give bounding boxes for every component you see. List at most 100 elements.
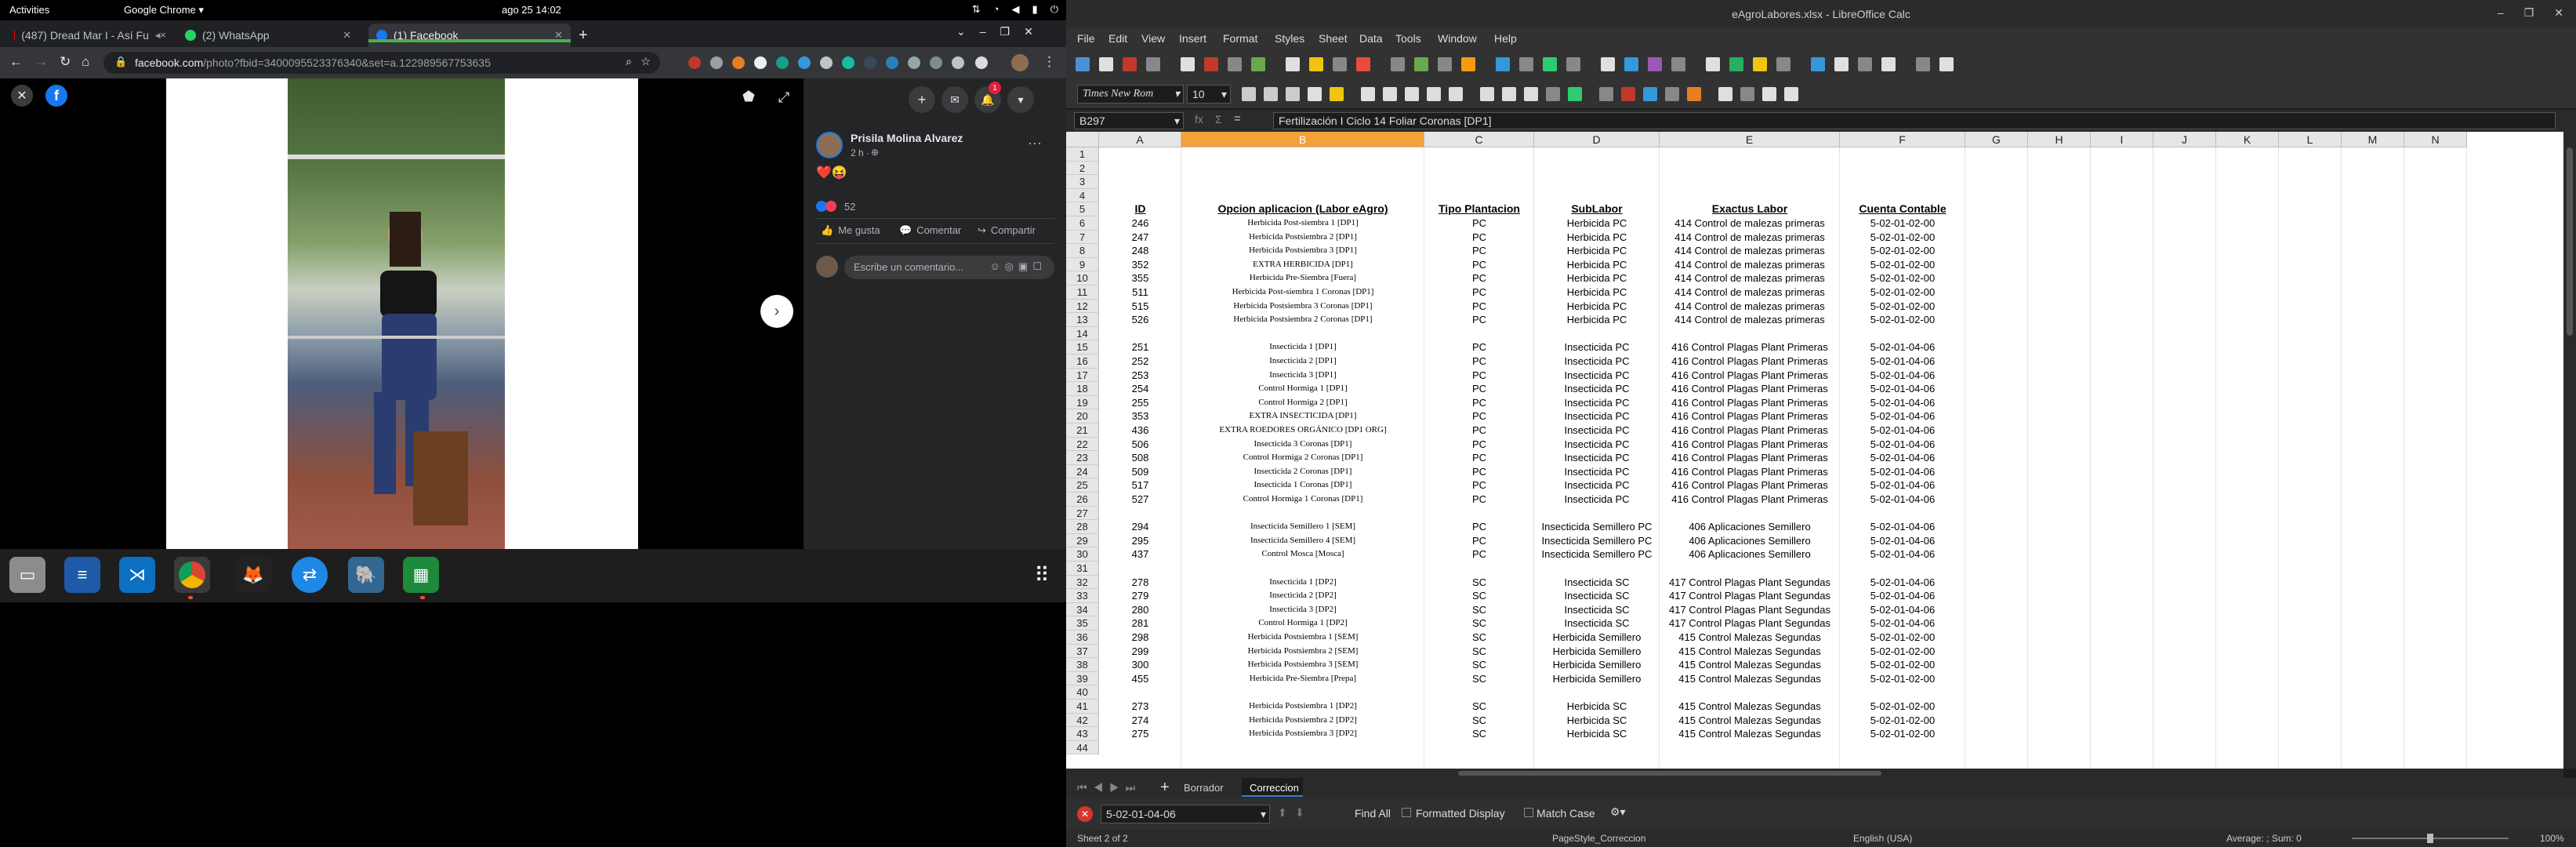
row-header[interactable]: 17 [1066,368,1099,383]
extension-icon[interactable] [688,56,701,69]
table-cell[interactable]: 352 [1099,258,1181,272]
table-cell[interactable]: 415 Control Malezas Segundas [1660,631,1840,645]
table-cell[interactable]: 5-02-01-02-00 [1840,285,1965,300]
row-header[interactable]: 40 [1066,685,1099,700]
writer-icon[interactable]: ≡ [64,557,100,593]
table-cell[interactable]: 246 [1099,216,1181,231]
row-header[interactable]: 14 [1066,326,1099,341]
toolbar-icon[interactable] [1566,57,1580,71]
column-header-h[interactable]: H [2028,132,2091,147]
row-header[interactable]: 32 [1066,575,1099,590]
table-cell[interactable]: Herbicida Postsiembra 3 [DP2] [1181,727,1424,741]
row-header[interactable]: 20 [1066,409,1099,424]
column-header-n[interactable]: N [2404,132,2467,147]
toolbar-icon[interactable] [1753,57,1767,71]
table-cell[interactable]: PC [1424,285,1534,300]
like-button[interactable]: 👍 Me gusta [821,224,880,237]
tab-whatsapp[interactable]: (2) WhatsApp ✕ [177,24,359,47]
table-cell[interactable]: Insecticida PC [1534,424,1660,438]
table-cell[interactable]: Herbicida Pre-Siembra [Fuera] [1181,271,1424,285]
row-header[interactable]: 16 [1066,354,1099,369]
table-cell[interactable]: PC [1424,520,1534,534]
table-cell[interactable]: 415 Control Malezas Segundas [1660,658,1840,672]
show-apps-icon[interactable]: ⠿ [1024,557,1060,593]
table-cell[interactable]: 414 Control de malezas primeras [1660,313,1840,327]
table-cell[interactable]: 279 [1099,589,1181,603]
table-cell[interactable]: 280 [1099,603,1181,617]
menu-tools[interactable]: Tools [1395,32,1421,45]
table-cell[interactable]: 416 Control Plagas Plant Primeras [1660,465,1840,479]
row-header[interactable]: 43 [1066,727,1099,741]
table-cell[interactable]: Herbicida PC [1534,285,1660,300]
column-title-cell[interactable]: Opcion aplicacion (Labor eAgro) [1181,202,1424,216]
facebook-logo[interactable]: f [45,85,67,107]
table-cell[interactable]: Herbicida Postsiembra 2 [DP2] [1181,714,1424,728]
column-title-cell[interactable]: Tipo Plantacion [1424,202,1534,216]
toolbar-icon[interactable] [1309,57,1323,71]
format-icon[interactable] [1480,87,1494,101]
table-cell[interactable]: 455 [1099,672,1181,686]
table-cell[interactable]: 406 Aplicaciones Semillero [1660,520,1840,534]
toolbar-icon[interactable] [1706,57,1720,71]
table-cell[interactable]: 5-02-01-04-06 [1840,340,1965,354]
format-icon[interactable] [1784,87,1798,101]
table-cell[interactable]: Insecticida Semillero 1 [SEM] [1181,520,1424,534]
table-cell[interactable]: Insecticida Semillero PC [1534,534,1660,548]
format-icon[interactable] [1286,87,1300,101]
table-cell[interactable]: 526 [1099,313,1181,327]
table-cell[interactable]: 5-02-01-02-00 [1840,645,1965,659]
status-zoom[interactable]: 100% [2540,833,2564,844]
app-menu[interactable]: Google Chrome ▾ [124,4,204,16]
spreadsheet-grid[interactable]: A B C D E F G H I J K L M N 1 2 3 4 5 ID Opcion aplicacion (… [1066,132,2563,769]
format-icon[interactable] [1568,87,1582,101]
toolbar-icon[interactable] [1729,57,1743,71]
table-cell[interactable]: Herbicida Postsiembra 2 Coronas [DP1] [1181,313,1424,327]
format-icon[interactable] [1546,87,1560,101]
toolbar-icon[interactable] [1916,57,1930,71]
table-cell[interactable]: Insecticida PC [1534,340,1660,354]
toolbar-icon[interactable] [1356,57,1370,71]
table-cell[interactable]: PC [1424,478,1534,493]
system-tray[interactable]: ⇅ ◔ ◀ ▮ ⏻ [972,3,1058,16]
table-cell[interactable]: Insecticida 1 Coronas [DP1] [1181,478,1424,493]
close-viewer-button[interactable]: ✕ [11,85,33,107]
toolbar-icon[interactable] [1146,57,1160,71]
table-cell[interactable]: PC [1424,300,1534,314]
menu-data[interactable]: Data [1359,32,1383,45]
table-cell[interactable]: Insecticida 2 Coronas [DP1] [1181,465,1424,479]
table-cell[interactable]: 300 [1099,658,1181,672]
bookmark-star-icon[interactable]: ☆ [640,55,651,68]
toolbar-icon[interactable] [1858,57,1872,71]
toolbar-icon[interactable] [1099,57,1113,71]
sheet-tab-correccion[interactable]: Correccion [1242,778,1303,797]
table-cell[interactable]: 5-02-01-04-06 [1840,603,1965,617]
table-cell[interactable]: EXTRA ROEDORES ORGÁNICO [DP1 ORG] [1181,424,1424,438]
row-header[interactable]: 18 [1066,382,1099,396]
table-cell[interactable]: Control Hormiga 1 [DP1] [1181,382,1424,396]
table-cell[interactable]: Insecticida PC [1534,465,1660,479]
table-cell[interactable]: Insecticida 1 [DP1] [1181,340,1424,354]
table-cell[interactable]: 5-02-01-02-00 [1840,216,1965,231]
table-cell[interactable]: 5-02-01-04-06 [1840,369,1965,383]
table-cell[interactable]: 5-02-01-04-06 [1840,438,1965,452]
extension-icon[interactable] [710,56,723,69]
toolbar-icon[interactable] [1414,57,1428,71]
font-name-box[interactable]: Times New Rom ▾ [1077,85,1184,104]
table-cell[interactable]: Insecticida PC [1534,438,1660,452]
table-cell[interactable]: 5-02-01-04-06 [1840,382,1965,396]
toolbar-icon[interactable] [1204,57,1218,71]
table-cell[interactable]: 416 Control Plagas Plant Primeras [1660,424,1840,438]
table-cell[interactable]: 298 [1099,631,1181,645]
table-cell[interactable]: Insecticida SC [1534,589,1660,603]
row-header[interactable]: 3 [1066,175,1099,189]
table-cell[interactable]: Insecticida PC [1534,478,1660,493]
find-input[interactable]: 5-02-01-04-06 ▾ [1101,805,1270,823]
toolbar-icon[interactable] [1076,57,1090,71]
minimize-icon[interactable]: – [980,25,986,38]
files-icon[interactable]: ▭ [9,557,45,593]
scrollbar-thumb[interactable] [2567,147,2573,336]
menu-insert[interactable]: Insert [1179,32,1206,45]
toolbar-icon[interactable] [1391,57,1405,71]
table-cell[interactable]: Insecticida 2 [DP1] [1181,354,1424,369]
table-cell[interactable]: 414 Control de malezas primeras [1660,271,1840,285]
